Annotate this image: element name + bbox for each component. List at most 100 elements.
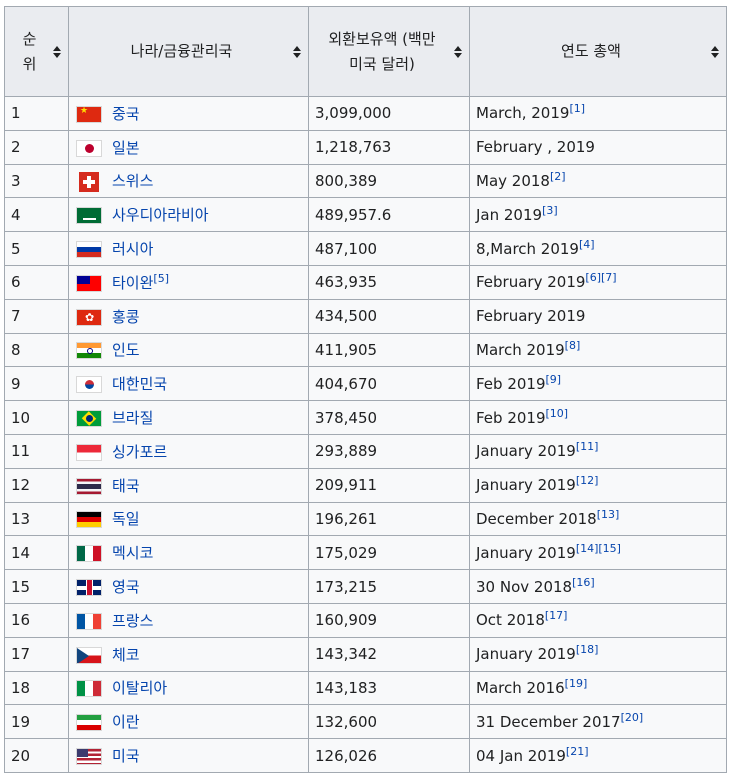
reserves-cell: 487,100: [308, 231, 470, 266]
country-link[interactable]: 이탈리아: [112, 679, 167, 697]
rank-value: 14: [11, 543, 31, 562]
date-value: February 2019: [476, 307, 586, 326]
country-link[interactable]: 홍콩: [112, 308, 140, 326]
rank-value: 2: [11, 138, 21, 157]
reserves-value: 143,183: [315, 678, 378, 697]
switzerland-flag-icon: [79, 171, 99, 192]
country-link[interactable]: 일본: [112, 139, 140, 157]
table-row: 10 브라질 378,450 Feb 2019[10]: [4, 400, 727, 435]
country-link[interactable]: 타이완: [112, 274, 153, 292]
reserves-value: 800,389: [315, 171, 378, 190]
reserves-value: 487,100: [315, 239, 378, 258]
country-cell: 스위스: [68, 163, 309, 199]
rank-value: 11: [11, 442, 31, 461]
rank-value: 18: [11, 678, 31, 697]
header-country-label: 나라/금융관리국: [130, 42, 233, 60]
date-value: February 2019: [476, 273, 586, 292]
date-reference[interactable]: [10]: [546, 407, 569, 420]
sort-icon[interactable]: [293, 45, 301, 58]
date-reference[interactable]: [9]: [546, 373, 562, 386]
reserves-value: 489,957.6: [315, 205, 392, 224]
reserves-cell: 1,218,763: [308, 129, 470, 165]
table-row: 14 멕시코 175,029 January 2019[14][15]: [4, 535, 727, 571]
date-reference[interactable]: [18]: [576, 643, 599, 656]
date-reference[interactable]: [8]: [565, 339, 581, 352]
country-link[interactable]: 멕시코: [112, 544, 153, 562]
country-link[interactable]: 체코: [112, 646, 140, 664]
table-row: 13 독일 196,261 December 2018[13]: [4, 501, 727, 537]
date-reference[interactable]: [19]: [565, 677, 588, 690]
country-link[interactable]: 독일: [112, 510, 140, 528]
date-value: Feb 2019: [476, 408, 546, 427]
reserves-cell: 209,911: [308, 467, 470, 503]
date-reference[interactable]: [17]: [545, 609, 568, 622]
reserves-cell: 378,450: [308, 400, 470, 435]
date-cell: March, 2019[1]: [469, 96, 727, 131]
date-reference[interactable]: [4]: [579, 238, 595, 251]
reserves-cell: 411,905: [308, 332, 470, 368]
country-cell: 타이완[5]: [68, 264, 309, 300]
date-reference[interactable]: [13]: [597, 508, 620, 521]
date-reference[interactable]: [11]: [576, 440, 599, 453]
date-reference[interactable]: [20]: [621, 711, 644, 724]
country-link[interactable]: 러시아: [112, 240, 153, 258]
rank-value: 10: [11, 408, 31, 427]
date-value: 04 Jan 2019: [476, 746, 566, 765]
rank-cell: 7: [4, 298, 69, 334]
country-link[interactable]: 프랑스: [112, 612, 153, 630]
country-link[interactable]: 브라질: [112, 409, 153, 427]
rank-value: 3: [11, 171, 21, 190]
india-flag-icon: [76, 342, 102, 360]
date-reference[interactable]: [21]: [566, 745, 589, 758]
reserves-cell: 489,957.6: [308, 197, 470, 233]
country-link[interactable]: 미국: [112, 747, 140, 765]
rank-cell: 5: [4, 231, 69, 266]
rank-value: 4: [11, 205, 21, 224]
rank-value: 6: [11, 273, 21, 292]
country-link[interactable]: 싱가포르: [112, 443, 167, 461]
germany-flag-icon: [76, 511, 102, 529]
date-reference[interactable]: [2]: [550, 170, 566, 183]
sort-icon[interactable]: [454, 45, 462, 58]
date-reference[interactable]: [3]: [542, 204, 558, 217]
sort-icon[interactable]: [711, 45, 719, 58]
reserves-value: 1,218,763: [315, 138, 392, 157]
country-link[interactable]: 이란: [112, 713, 140, 731]
country-cell: 미국: [68, 738, 309, 773]
france-flag-icon: [76, 612, 102, 630]
rank-cell: 12: [4, 467, 69, 503]
date-value: Oct 2018: [476, 611, 545, 630]
sort-icon[interactable]: [53, 45, 61, 58]
header-country[interactable]: 나라/금융관리국: [68, 6, 309, 97]
header-reserves[interactable]: 외환보유액 (백만 미국 달러): [308, 6, 470, 97]
date-reference[interactable]: [1]: [569, 102, 585, 115]
reserves-cell: 175,029: [308, 535, 470, 571]
russia-flag-icon: [76, 241, 102, 259]
country-reference[interactable]: [5]: [153, 272, 169, 285]
country-link[interactable]: 대한민국: [112, 375, 167, 393]
header-date[interactable]: 연도 총액: [469, 6, 727, 97]
table-row: 6 타이완[5] 463,935 February 2019[6][7]: [4, 264, 727, 300]
country-link[interactable]: 인도: [112, 341, 140, 359]
country-cell: 체코: [68, 636, 309, 672]
date-reference[interactable]: [14][15]: [576, 542, 621, 555]
country-link[interactable]: 사우디아라비아: [112, 206, 209, 224]
country-cell: 대한민국: [68, 366, 309, 402]
header-rank[interactable]: 순위: [4, 6, 69, 97]
country-link[interactable]: 중국: [112, 105, 140, 123]
italy-flag-icon: [76, 680, 102, 698]
reserves-cell: 800,389: [308, 163, 470, 199]
rank-value: 1: [11, 104, 21, 123]
reserves-value: 160,909: [315, 611, 378, 630]
date-cell: 04 Jan 2019[21]: [469, 738, 727, 773]
date-reference[interactable]: [12]: [576, 474, 599, 487]
reserves-value: 143,342: [315, 645, 378, 664]
date-reference[interactable]: [6][7]: [585, 271, 616, 284]
country-link[interactable]: 태국: [112, 477, 140, 495]
date-reference[interactable]: [16]: [572, 576, 595, 589]
country-cell: 인도: [68, 332, 309, 368]
table-row: 16 프랑스 160,909 Oct 2018[17]: [4, 602, 727, 638]
date-cell: 31 December 2017[20]: [469, 704, 727, 740]
country-link[interactable]: 영국: [112, 578, 140, 596]
country-link[interactable]: 스위스: [112, 172, 153, 190]
